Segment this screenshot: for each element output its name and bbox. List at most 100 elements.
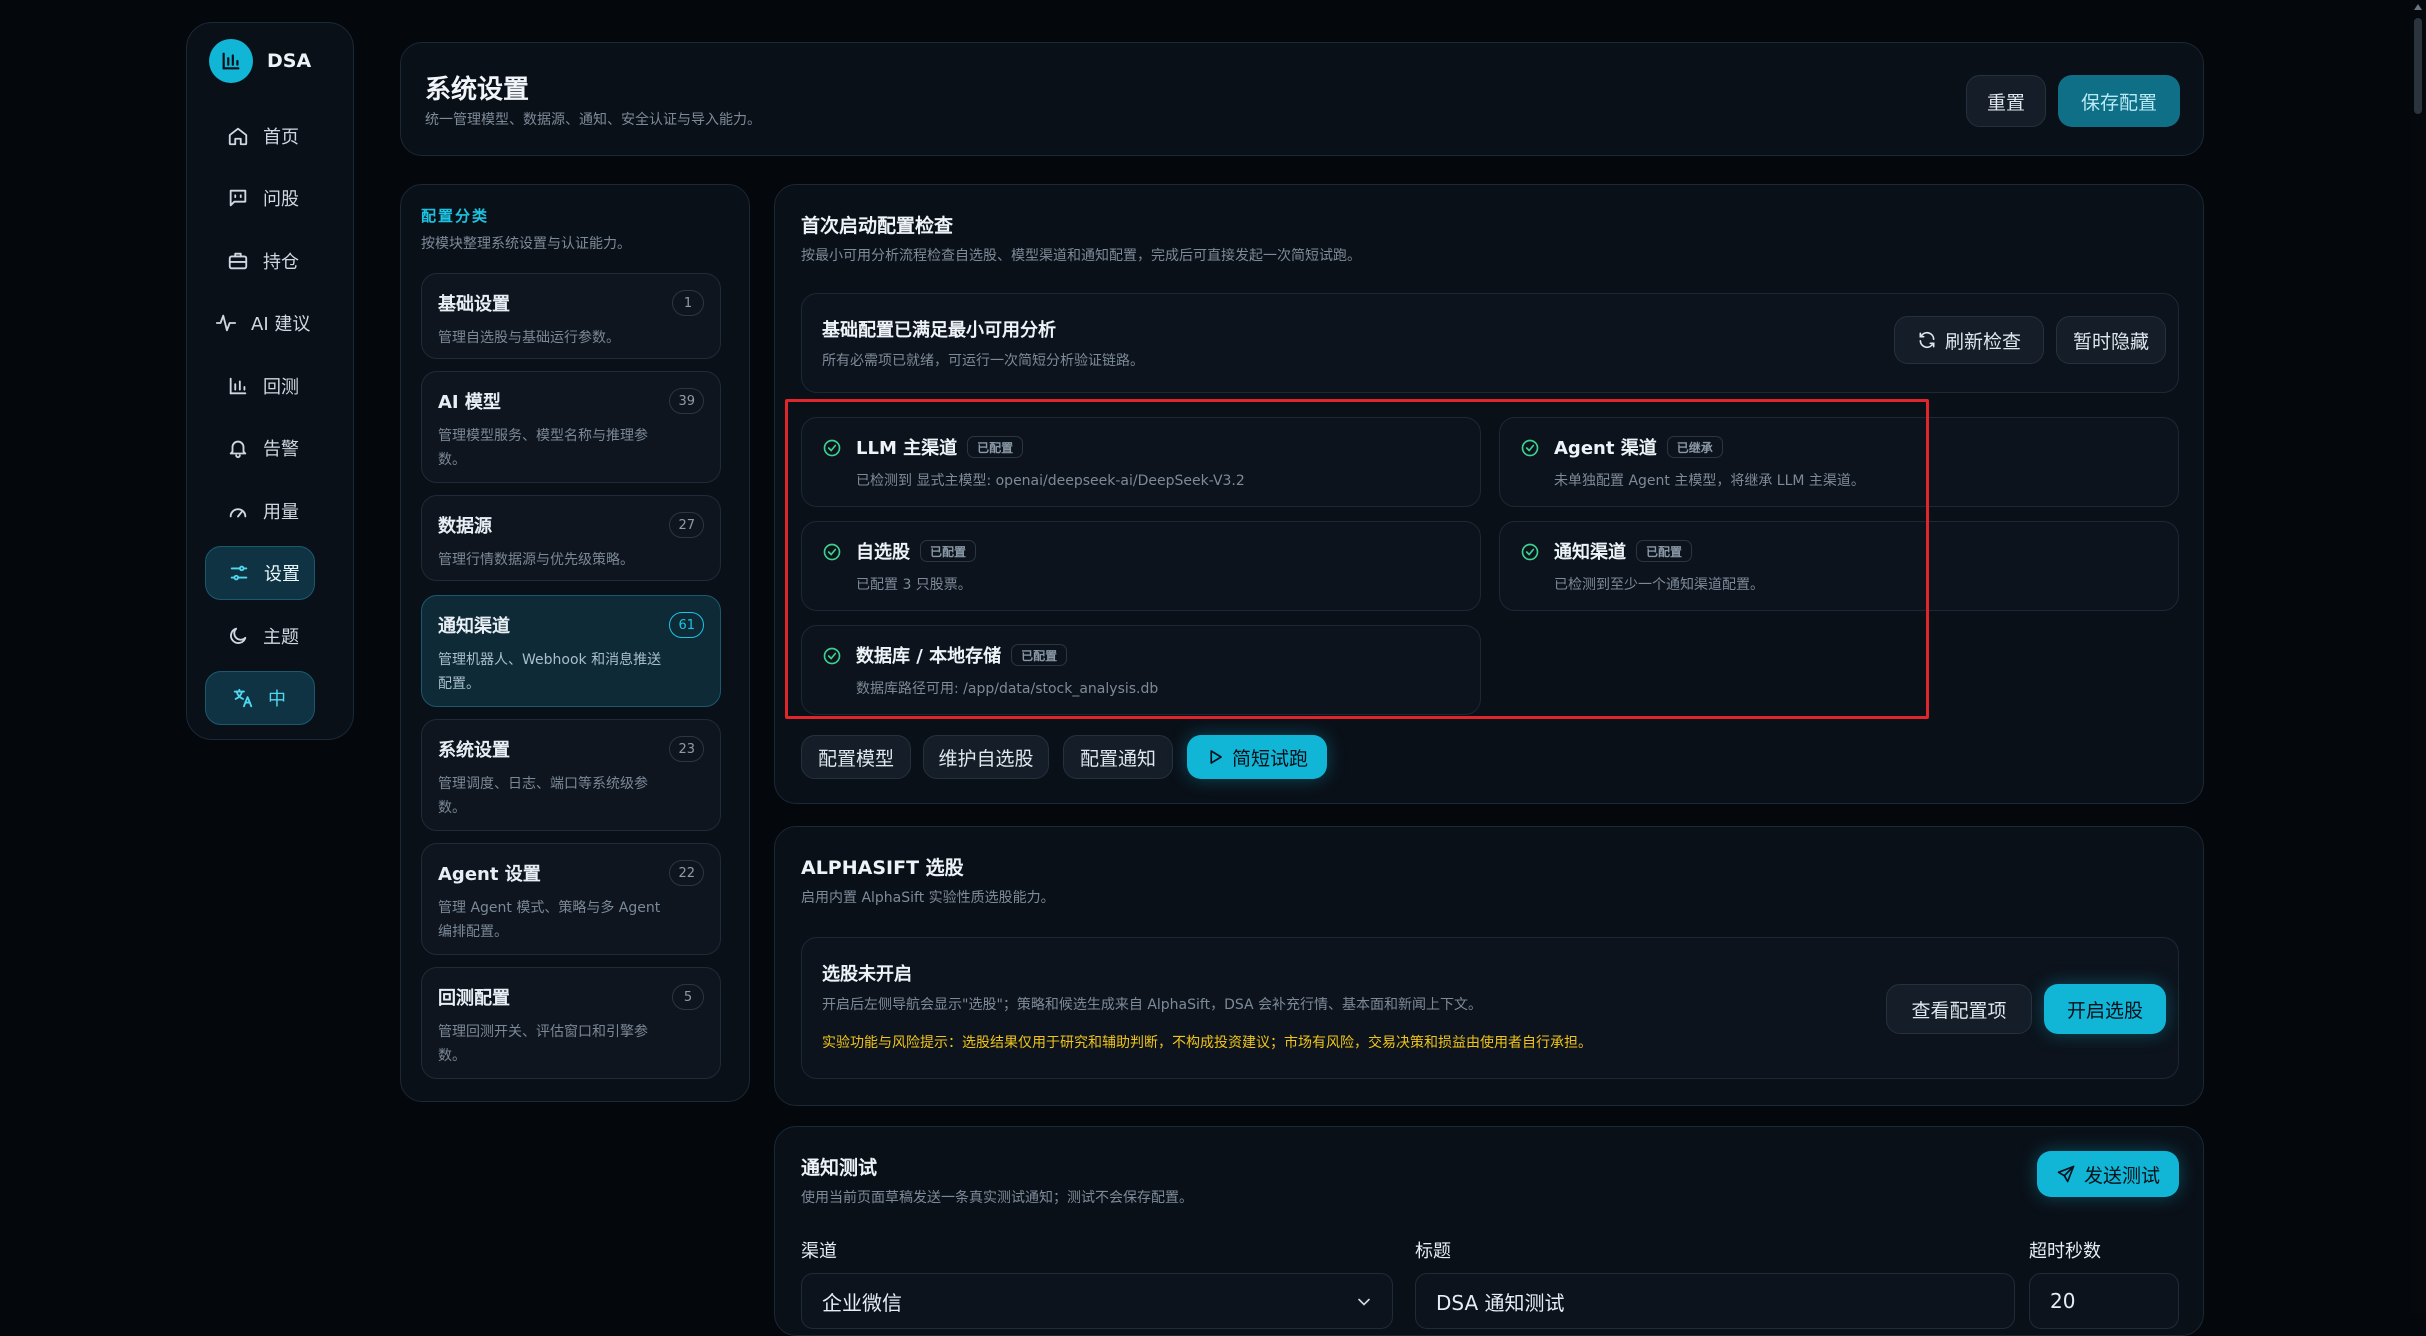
send-test-button[interactable]: 发送测试 (2037, 1151, 2179, 1197)
nav-item-portfolio[interactable]: 持仓 (205, 234, 315, 288)
subject-input[interactable]: DSA 通知测试 (1415, 1273, 2015, 1329)
maintain-watchlist-label: 维护自选股 (938, 747, 1034, 770)
category-desc: 管理 Agent 模式、策略与多 Agent 编排配置。 (438, 900, 661, 940)
subject-label: 标题 (1415, 1241, 1451, 1262)
nav-item-home[interactable]: 首页 (205, 109, 315, 163)
config-notify-button[interactable]: 配置通知 (1063, 735, 1173, 779)
subject-value: DSA 通知测试 (1436, 1290, 1565, 1315)
alphasift-title: ALPHASIFT 选股 (801, 857, 964, 879)
category-notify-channels[interactable]: 通知渠道 管理机器人、Webhook 和消息推送配置。 61 (421, 595, 721, 707)
nav-item-alerts[interactable]: 告警 (205, 421, 315, 475)
category-desc: 管理回测开关、评估窗口和引擎参数。 (438, 1024, 648, 1064)
app-logo[interactable]: DSA (209, 39, 311, 83)
activity-icon (215, 314, 237, 332)
save-label: 保存配置 (2080, 91, 2157, 114)
chevron-down-icon (1358, 1298, 1370, 1306)
refresh-check-button[interactable]: 刷新检查 (1894, 316, 2044, 364)
channel-value: 企业微信 (822, 1290, 902, 1315)
enable-screener-label: 开启选股 (2066, 999, 2143, 1022)
nav-label: 设置 (264, 564, 300, 585)
status-subtitle: 所有必需项已就绪，可运行一次简短分析验证链路。 (822, 353, 1144, 369)
send-icon (2057, 1165, 2075, 1183)
category-desc: 管理自选股与基础运行参数。 (438, 330, 620, 346)
page-header: 系统设置 统一管理模型、数据源、通知、安全认证与导入能力。 重置 保存配置 (400, 42, 2204, 156)
alphasift-subtitle: 启用内置 AlphaSift 实验性质选股能力。 (801, 890, 1055, 906)
startup-check-subtitle: 按最小可用分析流程检查自选股、模型渠道和通知配置，完成后可直接发起一次简短试跑。 (801, 248, 1361, 264)
config-model-button[interactable]: 配置模型 (801, 735, 911, 779)
logo-icon (209, 39, 253, 83)
nav-item-ask[interactable]: 问股 (205, 171, 315, 225)
play-icon (1210, 750, 1222, 764)
language-toggle[interactable]: 中 (205, 671, 315, 725)
alphasift-status-desc: 开启后左侧导航会显示"选股"；策略和候选生成来自 AlphaSift，DSA 会… (822, 997, 1483, 1013)
category-count-badge: 27 (669, 512, 704, 538)
nav-label: 告警 (263, 439, 299, 460)
category-title: AI 模型 (438, 392, 501, 413)
alphasift-status-title: 选股未开启 (822, 964, 912, 985)
save-config-button[interactable]: 保存配置 (2058, 75, 2180, 127)
nav-label: 用量 (263, 502, 299, 523)
category-desc: 管理调度、日志、端口等系统级参数。 (438, 776, 648, 816)
categories-title: 配置分类 (421, 207, 490, 225)
notify-test-title: 通知测试 (801, 1157, 878, 1179)
category-title: 通知渠道 (438, 616, 510, 637)
status-title: 基础配置已满足最小可用分析 (822, 320, 1056, 341)
category-title: 数据源 (438, 516, 492, 537)
language-label: 中 (268, 689, 286, 710)
sliders-icon (230, 565, 248, 581)
nav-item-backtest[interactable]: 回测 (205, 359, 315, 413)
refresh-label: 刷新检查 (1944, 330, 2021, 353)
category-basic[interactable]: 基础设置 管理自选股与基础运行参数。 1 (421, 273, 721, 359)
notify-test-subtitle: 使用当前页面草稿发送一条真实测试通知；测试不会保存配置。 (801, 1190, 1193, 1206)
category-count-badge: 5 (672, 984, 704, 1010)
maintain-watchlist-button[interactable]: 维护自选股 (923, 735, 1049, 779)
nav-item-theme[interactable]: 主题 (205, 609, 315, 663)
category-desc: 管理机器人、Webhook 和消息推送配置。 (438, 652, 662, 692)
risk-warning: 实验功能与风险提示：选股结果仅用于研究和辅助判断，不构成投资建议；市场有风险，交… (822, 1035, 1592, 1051)
category-count-badge: 22 (669, 860, 704, 886)
category-system[interactable]: 系统设置 管理调度、日志、端口等系统级参数。 23 (421, 719, 721, 831)
timeout-label: 超时秒数 (2029, 1241, 2101, 1262)
trial-run-button[interactable]: 简短试跑 (1187, 735, 1327, 779)
timeout-value: 20 (2050, 1289, 2076, 1313)
sidebar: DSA 首页 问股 持仓 AI 建议 回测 告警 用量 设置 主题 中 (186, 22, 354, 740)
category-ai-model[interactable]: AI 模型 管理模型服务、模型名称与推理参数。 39 (421, 371, 721, 483)
nav-item-ai-advice[interactable]: AI 建议 (205, 296, 315, 350)
page-title: 系统设置 (425, 75, 530, 105)
nav-label: 主题 (263, 627, 299, 648)
category-count-badge: 23 (669, 736, 704, 762)
nav-item-usage[interactable]: 用量 (205, 484, 315, 538)
startup-status-card: 基础配置已满足最小可用分析 所有必需项已就绪，可运行一次简短分析验证链路。 刷新… (801, 293, 2179, 393)
page-subtitle: 统一管理模型、数据源、通知、安全认证与导入能力。 (425, 112, 761, 128)
briefcase-icon (228, 252, 248, 270)
nav-item-settings[interactable]: 设置 (205, 546, 315, 600)
scrollbar-up-arrow[interactable] (2414, 4, 2422, 10)
category-datasource[interactable]: 数据源 管理行情数据源与优先级策略。 27 (421, 495, 721, 581)
app-name: DSA (267, 50, 312, 72)
category-backtest[interactable]: 回测配置 管理回测开关、评估窗口和引擎参数。 5 (421, 967, 721, 1079)
reset-button[interactable]: 重置 (1966, 75, 2046, 127)
gauge-icon (229, 508, 247, 518)
nav-label: 首页 (263, 127, 299, 148)
category-agent[interactable]: Agent 设置 管理 Agent 模式、策略与多 Agent 编排配置。 22 (421, 843, 721, 955)
nav-label: 持仓 (263, 252, 299, 273)
channel-select[interactable]: 企业微信 (801, 1273, 1393, 1329)
startup-check-title: 首次启动配置检查 (801, 215, 954, 237)
hide-temporarily-button[interactable]: 暂时隐藏 (2056, 316, 2166, 364)
scrollbar-thumb[interactable] (2414, 18, 2422, 114)
category-title: 回测配置 (438, 988, 510, 1009)
timeout-input[interactable]: 20 (2029, 1273, 2179, 1329)
send-test-label: 发送测试 (2083, 1164, 2160, 1187)
page-scrollbar[interactable] (2410, 0, 2426, 1314)
category-title: 基础设置 (438, 294, 510, 315)
nav-label: AI 建议 (251, 314, 311, 335)
reset-label: 重置 (1986, 91, 2025, 114)
view-config-button[interactable]: 查看配置项 (1886, 984, 2032, 1034)
alphasift-status-card: 选股未开启 开启后左侧导航会显示"选股"；策略和候选生成来自 AlphaSift… (801, 937, 2179, 1079)
moon-icon (230, 627, 247, 644)
alphasift-panel: ALPHASIFT 选股 启用内置 AlphaSift 实验性质选股能力。 选股… (774, 826, 2204, 1106)
bar-chart-icon (229, 377, 247, 395)
enable-screener-button[interactable]: 开启选股 (2044, 984, 2166, 1034)
config-model-label: 配置模型 (817, 747, 894, 770)
bell-icon (229, 440, 247, 459)
